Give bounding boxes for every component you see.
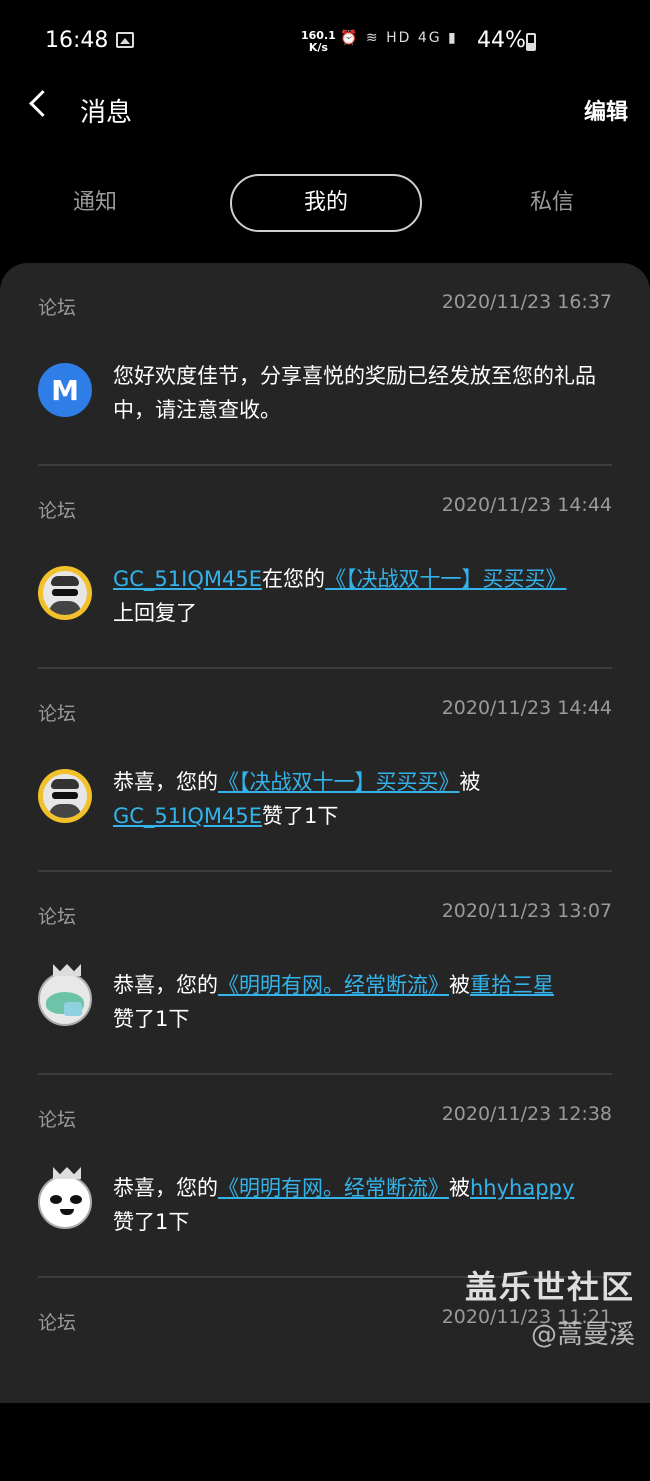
message-text-part: 恭喜，您的 <box>113 770 218 794</box>
list-item[interactable]: 论坛 2020/11/23 16:37 M 您好欢度佳节，分享喜悦的奖励已经发放… <box>38 263 612 466</box>
signal-icon: ▮ <box>448 30 458 46</box>
battery-icon <box>526 33 536 51</box>
list-item[interactable]: 论坛 2020/11/23 13:07 恭喜，您的《明明有网。经常断流》被重拾三… <box>38 872 612 1075</box>
crown-icon <box>53 1167 81 1179</box>
message-source: 论坛 <box>38 1312 77 1334</box>
meizu-m-icon: M <box>38 363 92 417</box>
message-tabs: 通知 我的 私信 <box>0 174 650 234</box>
crown-icon <box>53 964 81 976</box>
message-text-part: 赞了1下 <box>113 1210 190 1234</box>
message-source: 论坛 <box>38 500 77 522</box>
message-text-part: 被 <box>459 770 481 794</box>
message-text-part: 恭喜，您的 <box>113 1176 218 1200</box>
avatar[interactable] <box>38 1167 92 1229</box>
watermark: 盖乐世社区 @蒿曼溪 <box>465 1262 635 1351</box>
network-type: HD 4G <box>386 30 442 46</box>
back-arrow-icon[interactable] <box>29 90 56 117</box>
post-link[interactable]: 《【决战双十一】买买买》 <box>218 770 460 794</box>
status-icons: ⏰ ≋ HD 4G ▮ <box>340 30 458 46</box>
user-link[interactable]: 重拾三星 <box>470 973 554 997</box>
status-bar: 16:48 160.1 K/s ⏰ ≋ HD 4G ▮ 44% <box>0 0 650 84</box>
message-list: 论坛 2020/11/23 16:37 M 您好欢度佳节，分享喜悦的奖励已经发放… <box>0 263 650 1403</box>
battery-percent: 44% <box>477 28 526 53</box>
network-speed: 160.1 K/s <box>301 30 336 54</box>
alarm-icon: ⏰ <box>340 30 360 46</box>
wifi-icon: ≋ <box>365 30 380 46</box>
avatar[interactable] <box>38 964 92 1026</box>
network-speed-unit: K/s <box>308 41 328 54</box>
message-text-part: 上回复了 <box>113 601 197 625</box>
message-text: 您好欢度佳节，分享喜悦的奖励已经发放至您的礼品中，请注意查收。 <box>113 364 596 422</box>
message-text-part: 在您的 <box>262 567 325 591</box>
user-link[interactable]: GC_51IQM45E <box>113 804 262 828</box>
message-time: 2020/11/23 13:07 <box>441 900 612 922</box>
message-time: 2020/11/23 14:44 <box>441 494 612 516</box>
tab-private-messages[interactable]: 私信 <box>497 174 607 232</box>
message-time: 2020/11/23 16:37 <box>441 291 612 313</box>
message-text: 恭喜，您的《明明有网。经常断流》被重拾三星 赞了1下 <box>113 968 612 1036</box>
message-source: 论坛 <box>38 906 77 928</box>
status-time: 16:48 <box>45 28 109 53</box>
message-text: 恭喜，您的《【决战双十一】买买买》被 GC_51IQM45E赞了1下 <box>113 765 612 833</box>
list-item[interactable]: 论坛 2020/11/23 14:44 GC_51IQM45E在您的《【决战双十… <box>38 466 612 669</box>
message-time: 2020/11/23 14:44 <box>441 697 612 719</box>
message-text-part: 赞了1下 <box>262 804 339 828</box>
message-text-part: 被 <box>449 973 470 997</box>
user-link[interactable]: hhyhappy <box>470 1176 574 1200</box>
avatar[interactable] <box>38 769 92 823</box>
watermark-author: @蒿曼溪 <box>530 1320 635 1350</box>
app-header: 消息 编辑 <box>0 84 650 134</box>
gallery-icon <box>116 32 134 48</box>
watermark-title: 盖乐世社区 <box>464 1268 635 1306</box>
post-link[interactable]: 《明明有网。经常断流》 <box>218 1176 449 1200</box>
message-text-part: 被 <box>449 1176 470 1200</box>
message-source: 论坛 <box>38 1109 77 1131</box>
avatar[interactable] <box>38 566 92 620</box>
edit-button[interactable]: 编辑 <box>584 94 628 126</box>
post-link[interactable]: 《【决战双十一】买买买》 <box>325 567 567 591</box>
user-link[interactable]: GC_51IQM45E <box>113 567 262 591</box>
message-text: 恭喜，您的《明明有网。经常断流》被hhyhappy 赞了1下 <box>113 1171 612 1239</box>
message-text-part: 赞了1下 <box>113 1007 190 1031</box>
message-text-part: 恭喜，您的 <box>113 973 218 997</box>
post-link[interactable]: 《明明有网。经常断流》 <box>218 973 449 997</box>
list-item[interactable]: 论坛 2020/11/23 12:38 恭喜，您的《明明有网。经常断流》被hhy… <box>38 1075 612 1278</box>
message-source: 论坛 <box>38 297 77 319</box>
list-item[interactable]: 论坛 2020/11/23 14:44 恭喜，您的《【决战双十一】买买买》被 G… <box>38 669 612 872</box>
message-time: 2020/11/23 12:38 <box>441 1103 612 1125</box>
tab-notifications[interactable]: 通知 <box>40 174 150 232</box>
page-title: 消息 <box>80 98 133 128</box>
tab-mine[interactable]: 我的 <box>230 174 422 232</box>
message-text: GC_51IQM45E在您的《【决战双十一】买买买》 上回复了 <box>113 562 612 630</box>
message-source: 论坛 <box>38 703 77 725</box>
